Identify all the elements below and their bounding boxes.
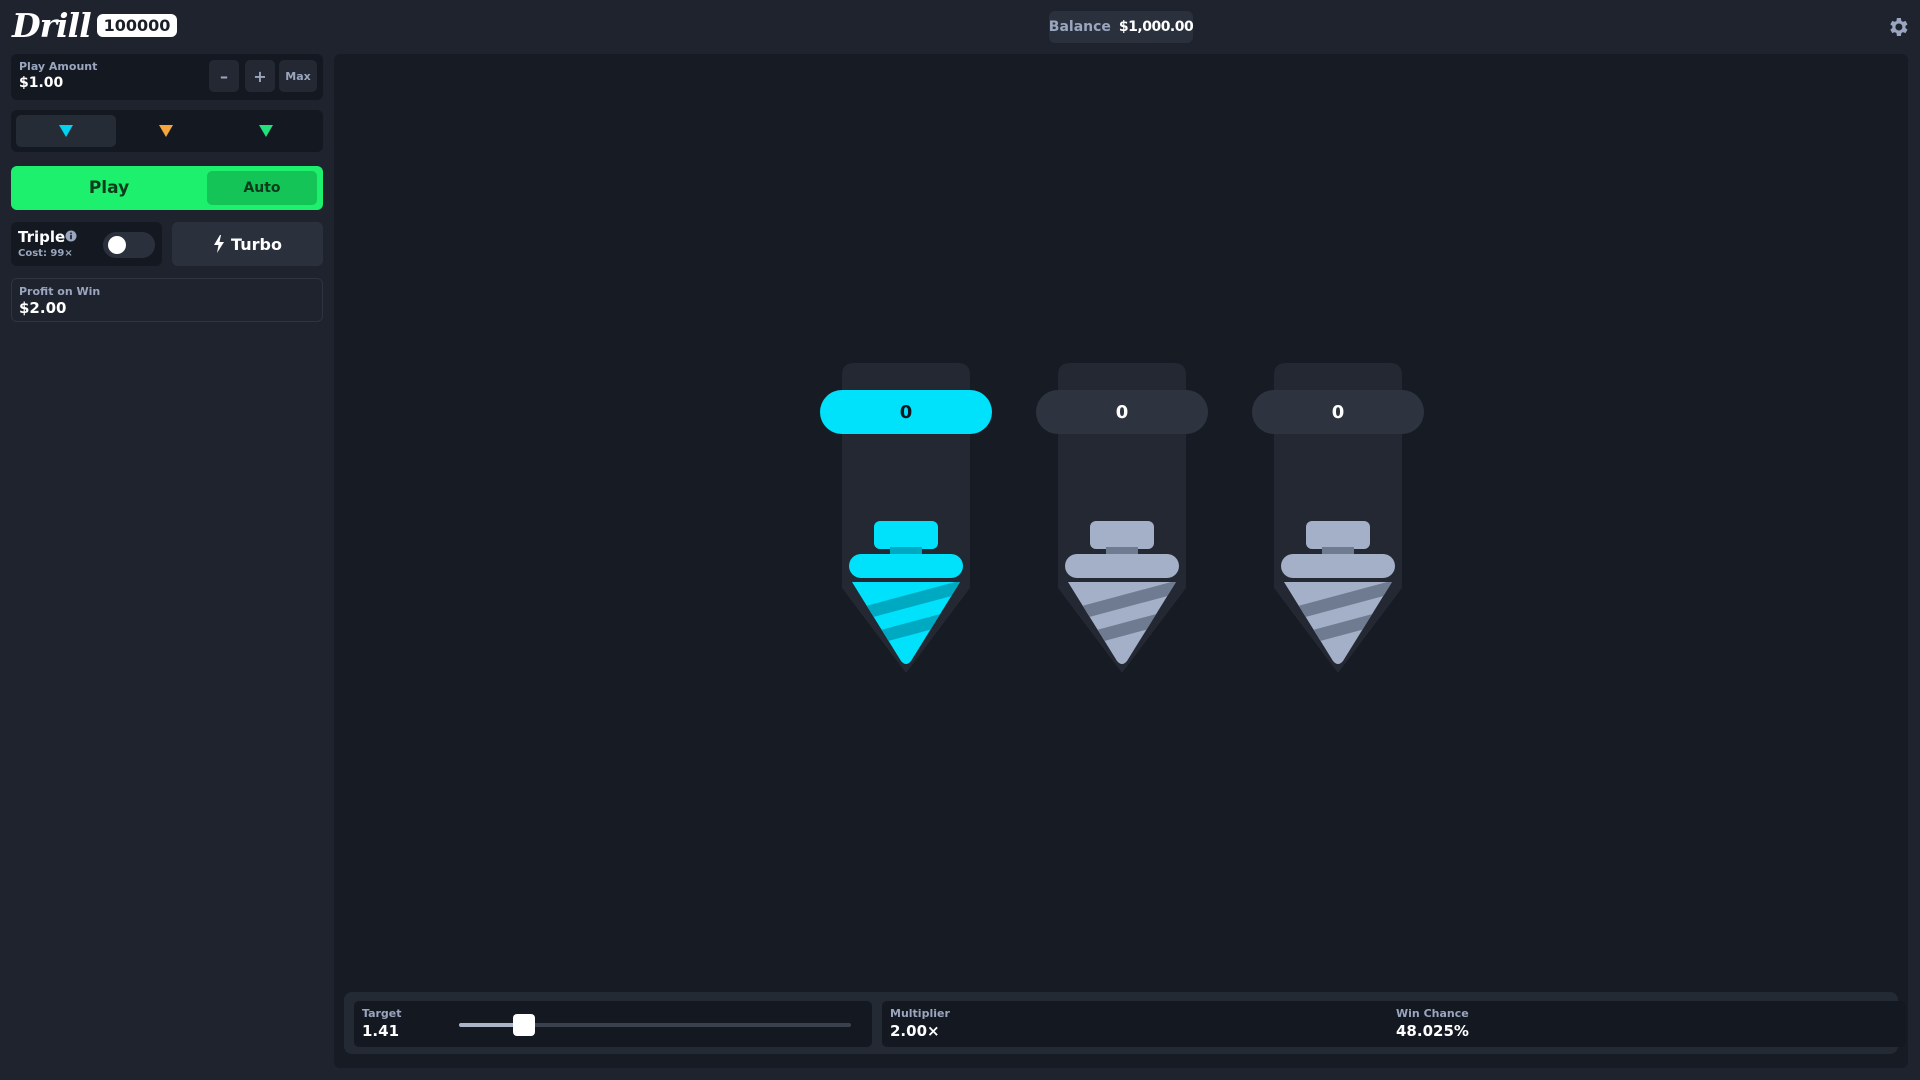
game-logo: Drill 100000 [12,6,178,45]
multiplier-panel: Multiplier 2.00× [882,1001,1400,1047]
drill-column: 0 [820,363,992,673]
drill-mode-selector [11,110,323,152]
top-bar: Drill 100000 Balance $1,000.00 [0,0,1920,54]
play-amount-field[interactable]: Play Amount $1.00 – + Max [11,54,323,100]
auto-button[interactable]: Auto [207,171,317,205]
drill-value-pill: 0 [1036,390,1208,434]
triple-cost: Cost: 99× [18,248,73,259]
balance-value: $1,000.00 [1118,19,1194,35]
triple-option: Triple Cost: 99× [11,222,162,266]
win-chance-label: Win Chance [1396,1007,1469,1020]
triple-label: Triple [18,228,66,246]
play-button[interactable]: Play [11,166,207,210]
gear-icon[interactable] [1886,15,1910,39]
triple-toggle[interactable] [103,232,155,258]
toggle-knob [108,236,126,254]
bet-stats-bar: Target 1.41 Multiplier 2.00× Win Chance … [344,992,1906,1054]
profit-on-win-field: Profit on Win $2.00 [11,278,323,322]
increase-amount-button[interactable]: + [245,60,275,92]
turbo-label: Turbo [231,234,282,254]
drill-value-pill: 0 [1252,390,1424,434]
mode-green-button[interactable] [216,115,316,147]
logo-text: Drill [12,6,92,45]
balance-display: Balance $1,000.00 [1048,11,1194,43]
drill-column: 0 [1252,363,1424,673]
lightning-icon [214,235,225,253]
target-slider[interactable] [459,1014,851,1036]
play-amount-label: Play Amount [19,60,98,73]
target-value[interactable]: 1.41 [362,1022,399,1040]
game-area: 000 Target 1.41 Multiplier 2.00× Win Cha… [334,54,1908,1068]
profit-label: Profit on Win [19,285,101,298]
max-amount-button[interactable]: Max [279,60,317,92]
multiplier-value: 2.00× [890,1022,940,1040]
mode-cyan-button[interactable] [16,115,116,147]
controls-sidebar: Play Amount $1.00 – + Max Play Auto Trip… [0,54,334,1080]
profit-value: $2.00 [19,299,67,317]
target-panel: Target 1.41 [354,1001,872,1047]
cyan-triangle-icon [59,125,73,137]
info-icon[interactable] [65,230,77,242]
slider-thumb[interactable] [512,1014,535,1036]
green-triangle-icon [259,125,273,137]
decrease-amount-button[interactable]: – [209,60,239,92]
play-amount-value[interactable]: $1.00 [19,75,63,91]
turbo-button[interactable]: Turbo [172,222,323,266]
win-chance-value: 48.025% [1396,1022,1469,1040]
logo-badge: 100000 [96,14,178,37]
multiplier-label: Multiplier [890,1007,950,1020]
orange-triangle-icon [159,125,173,137]
win-chance-panel: Win Chance 48.025% [1388,1001,1906,1047]
mode-orange-button[interactable] [116,115,216,147]
target-label: Target [362,1007,402,1020]
drill-value-pill: 0 [820,390,992,434]
play-controls: Play Auto [11,166,323,210]
balance-label: Balance [1048,19,1111,35]
drill-column: 0 [1036,363,1208,673]
